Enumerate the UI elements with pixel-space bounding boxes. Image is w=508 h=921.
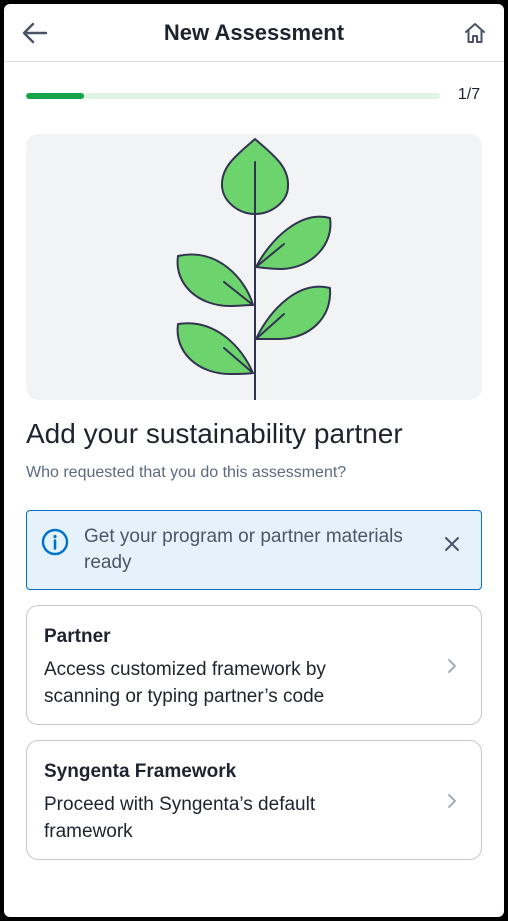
info-banner: Get your program or partner materials re… — [26, 510, 482, 590]
progress-bar — [26, 93, 440, 99]
app-screen: New Assessment 1/7 Add your sustainabili… — [4, 4, 504, 917]
option-description: Access customized framework by scanning … — [44, 659, 326, 707]
progress-step-label: 1/7 — [457, 86, 481, 103]
home-button[interactable] — [458, 16, 492, 50]
home-icon — [465, 23, 485, 43]
screen-subheading: Who requested that you do this assessmen… — [26, 464, 347, 481]
banner-message: Get your program or partner materials re… — [84, 526, 403, 573]
option-title: Syngenta Framework — [44, 761, 237, 782]
top-app-bar: New Assessment — [4, 4, 504, 62]
option-card-syngenta-framework[interactable]: Syngenta Framework Proceed with Syngenta… — [26, 740, 482, 860]
option-title: Partner — [44, 626, 111, 647]
plant-illustration — [176, 138, 332, 400]
page-title: New Assessment — [163, 20, 345, 45]
option-description: Proceed with Syngenta’s default framewor… — [44, 794, 316, 842]
chevron-right-icon — [448, 794, 456, 808]
banner-close-button[interactable] — [437, 529, 467, 559]
screen-heading: Add your sustainability partner — [26, 418, 403, 449]
hero-illustration — [26, 134, 482, 400]
option-card-partner[interactable]: Partner Access customized framework by s… — [26, 605, 482, 725]
progress-bar-fill — [26, 93, 84, 99]
chevron-right-icon — [448, 659, 456, 673]
info-icon — [41, 528, 69, 556]
close-icon — [445, 537, 459, 551]
